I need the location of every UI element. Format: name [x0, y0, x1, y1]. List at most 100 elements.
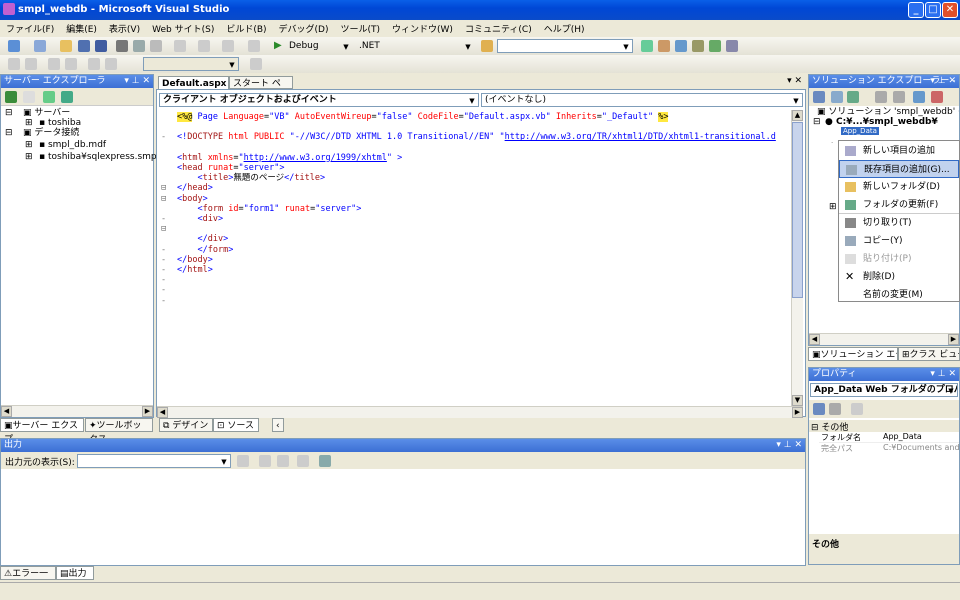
property-row[interactable]: フォルダ名 App_Data	[819, 432, 959, 443]
clear-all-icon[interactable]	[297, 455, 309, 467]
refresh-icon[interactable]	[847, 91, 859, 103]
cut-icon[interactable]	[116, 40, 128, 52]
minimize-button[interactable]: _	[908, 2, 924, 18]
connect-server-icon[interactable]	[61, 91, 73, 103]
paste-icon[interactable]	[150, 40, 162, 52]
copy-icon[interactable]	[133, 40, 145, 52]
stop-icon[interactable]	[23, 91, 35, 103]
tab-default-aspx[interactable]: Default.aspx	[158, 76, 229, 89]
tab-solution-explorer[interactable]: ▣ソリューション エクス...	[808, 347, 898, 361]
categorized-icon[interactable]	[813, 403, 825, 415]
tab-error-list[interactable]: ⚠エラー一覧	[0, 566, 56, 593]
toolbox-icon[interactable]	[692, 40, 704, 52]
menu-website[interactable]: Web サイト(S)	[146, 20, 220, 37]
properties-icon[interactable]	[813, 91, 825, 103]
tree-item-mdf[interactable]: ▪ smpl_db.mdf	[39, 140, 106, 151]
next-message-icon[interactable]	[277, 455, 289, 467]
menu-window[interactable]: ウィンドウ(W)	[386, 20, 459, 37]
indent-right-icon[interactable]	[25, 58, 37, 70]
view-design-button[interactable]: ⧉ デザイン	[159, 418, 213, 432]
editor-tab-controls[interactable]: ▾ ✕	[787, 76, 802, 86]
tree-item-sqlexpress[interactable]: ▪ toshiba¥sqlexpress.smpldb	[39, 152, 171, 163]
connect-database-icon[interactable]	[43, 91, 55, 103]
nest-files-icon[interactable]	[875, 91, 887, 103]
prev-message-icon[interactable]	[259, 455, 271, 467]
find-icon[interactable]	[641, 40, 653, 52]
platform-combo[interactable]: .NET ▼	[355, 39, 475, 53]
menu-item-new-folder[interactable]: 新しいフォルダ(D)	[839, 178, 959, 196]
pane-pin-close[interactable]: ▾ ⊥ ✕	[930, 75, 956, 88]
expand-icon[interactable]: ⊞	[25, 152, 33, 163]
menu-tools[interactable]: ツール(T)	[334, 20, 386, 37]
check-page-icon[interactable]	[250, 58, 262, 70]
menu-help[interactable]: ヘルプ(H)	[538, 20, 591, 37]
expand-icon[interactable]: ⊟	[5, 108, 13, 119]
menu-item-rename[interactable]: 名前の変更(M)	[839, 286, 959, 304]
start-debug-icon[interactable]: ▶	[274, 40, 282, 51]
maximize-button[interactable]: □	[925, 2, 941, 18]
indent-left-icon[interactable]	[8, 58, 20, 70]
property-pages-icon[interactable]	[851, 403, 863, 415]
properties-object-combo[interactable]: App_Data Web フォルダのプロパティ▼	[810, 383, 958, 397]
property-row[interactable]: 完全パス C:¥Documents and S	[819, 443, 959, 454]
menu-debug[interactable]: デバッグ(D)	[273, 20, 335, 37]
tree-item-data-connections[interactable]: ▣ データ接続	[23, 128, 79, 139]
asp-config-icon[interactable]	[931, 91, 943, 103]
solution-explorer-icon[interactable]	[658, 40, 670, 52]
tag-navigator-arrow[interactable]: ‹	[272, 418, 284, 432]
menu-item-add-new[interactable]: 新しい項目の追加(W)...	[839, 142, 959, 174]
code-area[interactable]: - ⊟ ⊟ - ⊟ - - - - - - <%@ Page Language=…	[157, 110, 789, 406]
properties-icon[interactable]	[675, 40, 687, 52]
navigate-back-icon[interactable]	[222, 40, 234, 52]
pane-pin-close[interactable]: ▾ ⊥ ✕	[930, 368, 956, 381]
refresh-icon[interactable]	[5, 91, 17, 103]
menu-item-cut[interactable]: 切り取り(T)	[839, 214, 959, 232]
config-combo[interactable]: Debug ▼	[285, 39, 353, 53]
goto-icon[interactable]	[237, 455, 249, 467]
pane-pin-close[interactable]: ▾ ⊥ ✕	[776, 439, 802, 452]
expand-icon[interactable]: ⊟	[813, 117, 821, 128]
pane-pin-close[interactable]: ▾ ⊥ ✕	[124, 75, 150, 88]
object-browser-icon[interactable]	[709, 40, 721, 52]
client-objects-combo[interactable]: クライアント オブジェクトおよびイベント ▼	[159, 93, 479, 107]
find-in-files-icon[interactable]	[481, 40, 493, 52]
tab-toolbox[interactable]: ✦ツールボックス	[85, 418, 153, 445]
output-source-combo[interactable]: ▼	[77, 454, 231, 468]
navigate-forward-icon[interactable]	[248, 40, 260, 52]
tab-class-view[interactable]: ⊞クラス ビュー	[898, 347, 960, 361]
find-combo[interactable]: ▼	[497, 39, 633, 53]
copy-website-icon[interactable]	[913, 91, 925, 103]
view-source-button[interactable]: ⊡ ソース	[213, 418, 259, 432]
redo-icon[interactable]	[198, 40, 210, 52]
close-button[interactable]: ✕	[942, 2, 958, 18]
show-all-files-icon[interactable]	[831, 91, 843, 103]
expand-icon[interactable]: ⊟	[5, 128, 13, 139]
menu-item-paste[interactable]: 貼り付け(P)	[839, 250, 959, 268]
menu-item-copy[interactable]: コピー(Y)	[839, 232, 959, 250]
save-icon[interactable]	[78, 40, 90, 52]
editor-vertical-scrollbar[interactable]: ▲ ▼	[791, 110, 803, 406]
add-item-icon[interactable]	[34, 40, 46, 52]
menu-file[interactable]: ファイル(F)	[0, 20, 60, 37]
undo-icon[interactable]	[174, 40, 186, 52]
word-wrap-icon[interactable]	[319, 455, 331, 467]
tab-server-explorer[interactable]: ▣サーバー エクスプ...	[0, 418, 84, 445]
solution-horizontal-scrollbar[interactable]: ◀ ▶	[809, 333, 959, 345]
property-category[interactable]: ⊟ その他	[809, 420, 959, 433]
alphabetical-icon[interactable]	[829, 403, 841, 415]
menu-build[interactable]: ビルド(B)	[220, 20, 272, 37]
horizontal-scrollbar[interactable]: ◀ ▶	[1, 405, 153, 417]
bookmark-icon[interactable]	[88, 58, 100, 70]
events-combo[interactable]: (イベントなし) ▼	[481, 93, 803, 107]
start-page-icon[interactable]	[726, 40, 738, 52]
save-all-icon[interactable]	[95, 40, 107, 52]
tab-start-page[interactable]: スタート ページ	[229, 76, 293, 103]
expand-icon[interactable]: ⊞	[829, 202, 837, 213]
comment-icon[interactable]	[48, 58, 60, 70]
menu-edit[interactable]: 編集(E)	[60, 20, 103, 37]
view-designer-icon[interactable]	[893, 91, 905, 103]
menu-item-add-existing[interactable]: 既存項目の追加(G)...	[839, 160, 959, 178]
tree-item-app-data[interactable]: App_Data	[841, 127, 879, 135]
new-project-icon[interactable]	[8, 40, 20, 52]
expand-icon[interactable]: ⊞	[25, 140, 33, 151]
